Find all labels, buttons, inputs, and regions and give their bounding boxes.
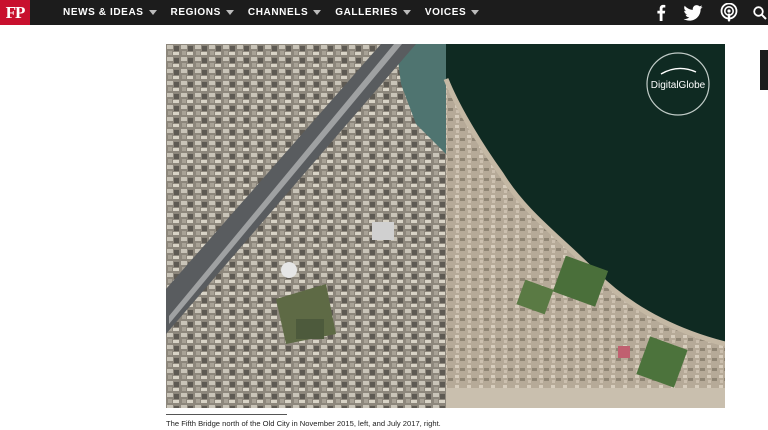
- photo-caption: The Fifth Bridge north of the Old City i…: [166, 419, 441, 428]
- nav-news-ideas[interactable]: NEWS & IDEAS: [63, 7, 157, 18]
- podcast-icon[interactable]: [718, 0, 740, 25]
- nav-regions[interactable]: REGIONS: [171, 7, 234, 18]
- chevron-down-icon: [225, 10, 234, 15]
- side-panel-tab[interactable]: [760, 50, 768, 90]
- nav-channels[interactable]: CHANNELS: [247, 7, 322, 18]
- facebook-icon[interactable]: [652, 0, 670, 25]
- nav-label: REGIONS: [170, 7, 221, 18]
- nav-voices[interactable]: VOICES: [424, 7, 480, 18]
- chevron-down-icon: [402, 10, 411, 15]
- satellite-comparison-image: DigitalGlobe: [166, 44, 725, 408]
- chevron-down-icon: [313, 10, 322, 15]
- nav-label: VOICES: [424, 7, 467, 18]
- nav-label: GALLERIES: [335, 7, 398, 18]
- top-navigation-bar: FP NEWS & IDEAS REGIONS CHANNELS GALLERI…: [0, 0, 768, 25]
- chevron-down-icon: [471, 10, 480, 15]
- logo-text: FP: [5, 2, 26, 22]
- nav-label: NEWS & IDEAS: [63, 7, 144, 18]
- fp-logo[interactable]: FP: [0, 0, 30, 25]
- caption-divider: [166, 414, 287, 415]
- main-nav: NEWS & IDEAS REGIONS CHANNELS GALLERIES …: [63, 0, 493, 25]
- digitalglobe-watermark: DigitalGlobe: [651, 80, 706, 91]
- twitter-icon[interactable]: [681, 0, 705, 25]
- nav-label: CHANNELS: [247, 7, 309, 18]
- chevron-down-icon: [148, 10, 157, 15]
- search-icon[interactable]: [752, 0, 768, 25]
- nav-galleries[interactable]: GALLERIES: [335, 7, 411, 18]
